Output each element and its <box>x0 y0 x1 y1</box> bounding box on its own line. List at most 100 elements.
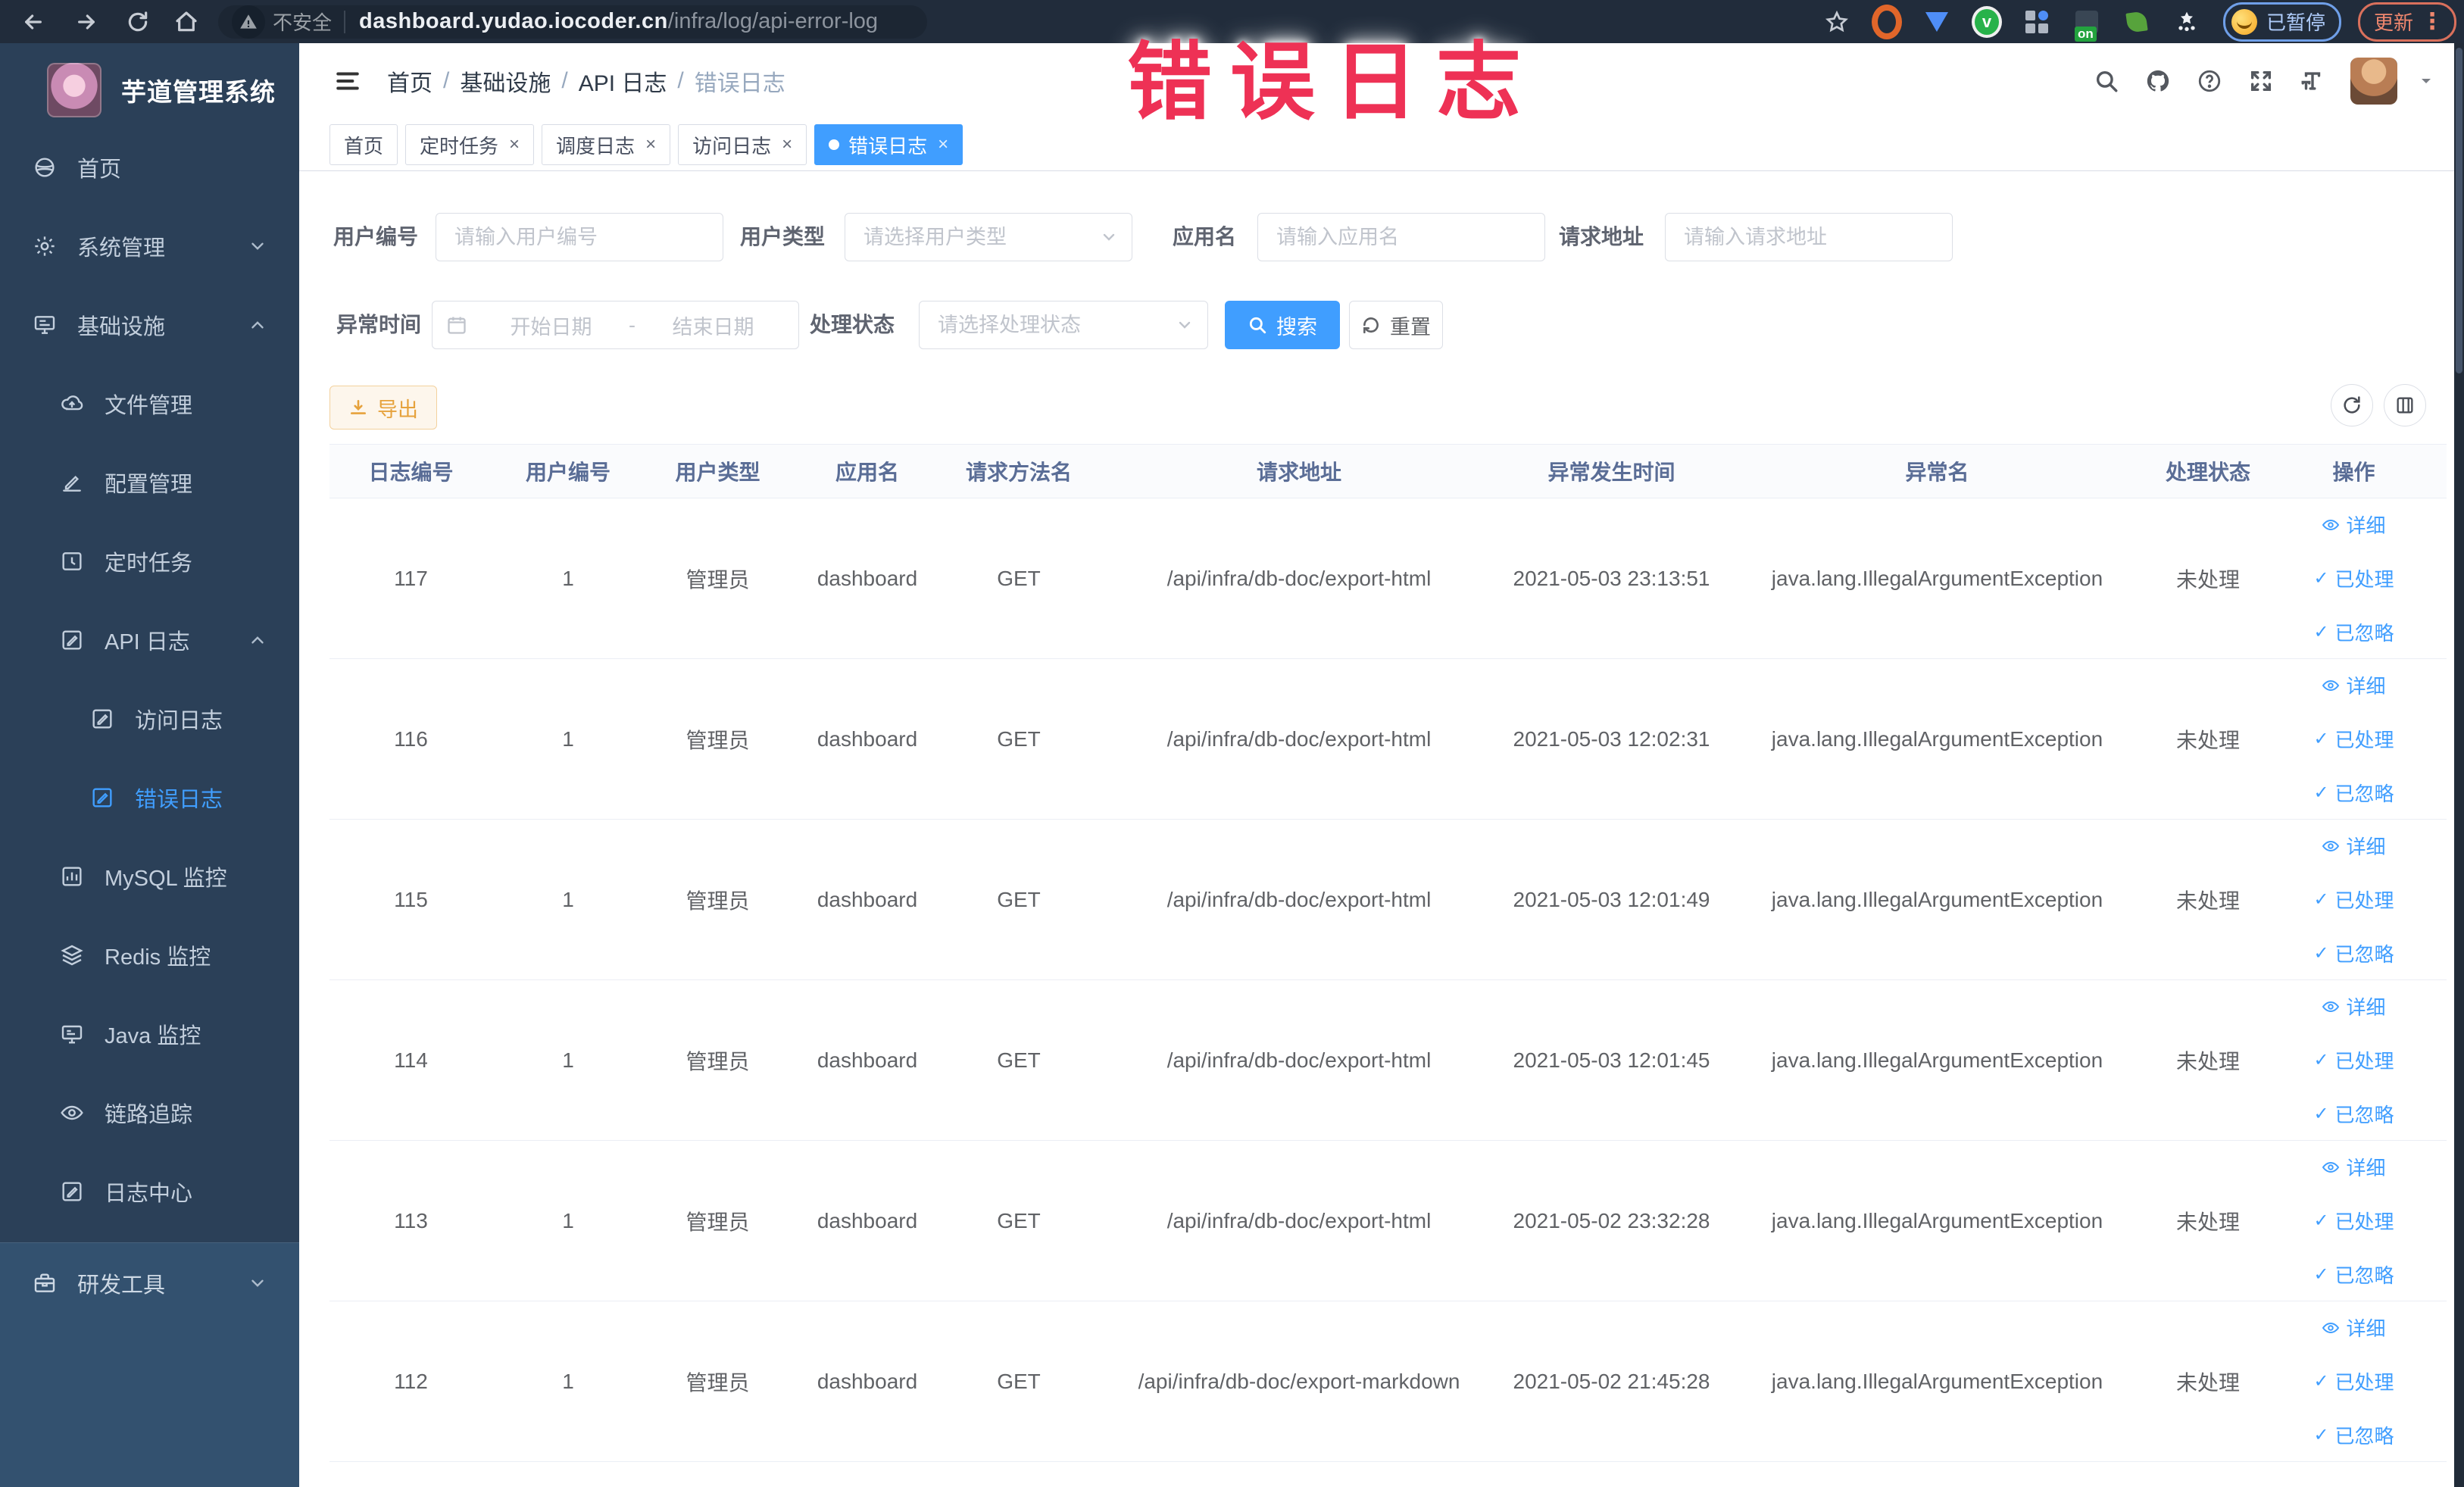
tab-错误日志[interactable]: 错误日志 × <box>814 124 963 165</box>
breadcrumb-item[interactable]: API 日志 <box>579 64 667 98</box>
action-link-已处理[interactable]: ✓ 已处理 <box>2313 564 2394 592</box>
user-type-select[interactable] <box>845 213 1132 261</box>
sidebar-item-redis-监控[interactable]: Redis 监控 <box>0 916 299 995</box>
column-header-9: 操作 <box>2332 461 2375 484</box>
action-label: 已忽略 <box>2334 1264 2394 1287</box>
sidebar-item-系统管理[interactable]: 系统管理 <box>0 207 299 286</box>
breadcrumb-item[interactable]: 基础设施 <box>460 64 551 98</box>
tab-首页[interactable]: 首页 <box>329 124 398 165</box>
process-status-select-input[interactable] <box>936 312 1191 338</box>
browser-home-icon[interactable] <box>173 8 200 36</box>
sidebar-item-链路追踪[interactable]: 链路追踪 <box>0 1073 299 1152</box>
user-type-select-input[interactable] <box>862 224 1115 250</box>
sidebar-item-定时任务[interactable]: 定时任务 <box>0 522 299 601</box>
action-link-已忽略[interactable]: ✓ 已忽略 <box>2313 1421 2394 1449</box>
breadcrumb-item[interactable]: 首页 <box>387 64 433 98</box>
search-icon[interactable] <box>2091 66 2122 96</box>
log-edit-icon <box>59 627 85 653</box>
browser-reload-icon[interactable] <box>124 8 151 36</box>
extension-icon-leaf[interactable] <box>2122 7 2152 37</box>
cell-3: dashboard <box>817 1048 918 1072</box>
extension-icon-blue-shield[interactable] <box>1922 7 1952 37</box>
fullscreen-icon[interactable] <box>2246 66 2276 96</box>
sidebar-item-研发工具[interactable]: 研发工具 <box>0 1243 299 1323</box>
sidebar-item-文件管理[interactable]: 文件管理 <box>0 364 299 443</box>
tab-close-icon[interactable]: × <box>645 136 656 154</box>
bookmark-star-icon[interactable] <box>1822 7 1852 37</box>
check-icon: ✓ <box>2313 1050 2329 1070</box>
browser-back-icon[interactable] <box>20 8 47 36</box>
extension-icon-orange-ring[interactable] <box>1871 4 1902 39</box>
tab-close-icon[interactable]: × <box>782 136 792 154</box>
extension-icon-green-check[interactable]: v <box>1971 5 2002 38</box>
site-security-chip[interactable] <box>232 5 265 39</box>
log-edit-icon <box>89 785 115 811</box>
user-avatar[interactable] <box>2350 58 2397 105</box>
sidebar-item-首页[interactable]: 首页 <box>0 128 299 207</box>
action-link-详细[interactable]: 详细 <box>2322 511 2386 539</box>
help-icon[interactable] <box>2194 66 2225 96</box>
action-link-已处理[interactable]: ✓ 已处理 <box>2313 886 2394 914</box>
sidebar-item-访问日志[interactable]: 访问日志 <box>0 679 299 758</box>
action-link-详细[interactable]: 详细 <box>2322 832 2386 860</box>
address-bar[interactable]: 不安全 dashboard.yudao.iocoder.cn/infra/log… <box>218 5 927 39</box>
sidebar-item-label: 系统管理 <box>77 236 166 261</box>
github-icon[interactable] <box>2143 66 2173 96</box>
extension-icon-on-badge[interactable]: on <box>2072 7 2102 42</box>
action-link-详细[interactable]: 详细 <box>2322 1153 2386 1181</box>
avatar-caret-down-icon[interactable] <box>2411 66 2441 96</box>
action-link-已处理[interactable]: ✓ 已处理 <box>2313 1207 2394 1235</box>
tab-close-icon[interactable]: × <box>509 136 520 154</box>
cell-2: 管理员 <box>685 1049 750 1073</box>
app-name-input[interactable] <box>1275 224 1528 250</box>
action-link-详细[interactable]: 详细 <box>2322 992 2386 1020</box>
exception-time-range-picker[interactable]: 开始日期 - 结束日期 <box>432 301 799 349</box>
action-link-已忽略[interactable]: ✓ 已忽略 <box>2313 939 2394 967</box>
process-status-select[interactable] <box>919 301 1208 349</box>
action-link-已忽略[interactable]: ✓ 已忽略 <box>2313 1261 2394 1289</box>
sidebar-item-label: 访问日志 <box>135 709 223 733</box>
action-link-已忽略[interactable]: ✓ 已忽略 <box>2313 779 2394 807</box>
scrollbar-thumb[interactable] <box>2456 48 2462 373</box>
sidebar-item-配置管理[interactable]: 配置管理 <box>0 443 299 522</box>
cell-5: /api/infra/db-doc/export-html <box>1166 887 1432 911</box>
reset-button[interactable]: 重置 <box>1349 301 1443 349</box>
action-link-已处理[interactable]: ✓ 已处理 <box>2313 725 2394 753</box>
tab-close-icon[interactable]: × <box>938 136 948 154</box>
export-button[interactable]: 导出 <box>329 386 437 430</box>
breadcrumb-item: 错误日志 <box>694 71 785 96</box>
request-url-input[interactable] <box>1682 224 1935 250</box>
tab-访问日志[interactable]: 访问日志 × <box>678 124 807 165</box>
sidebar-item-基础设施[interactable]: 基础设施 <box>0 286 299 364</box>
sidebar-item-java-监控[interactable]: Java 监控 <box>0 995 299 1073</box>
action-link-已处理[interactable]: ✓ 已处理 <box>2313 1367 2394 1395</box>
chrome-profile-pill[interactable]: 已暂停 <box>2222 2 2341 42</box>
sidebar-collapse-icon[interactable] <box>333 66 363 96</box>
sidebar-item-mysql-监控[interactable]: MySQL 监控 <box>0 837 299 916</box>
action-link-已忽略[interactable]: ✓ 已忽略 <box>2313 1100 2394 1128</box>
sidebar-item-api-日志[interactable]: API 日志 <box>0 601 299 679</box>
search-button[interactable]: 搜索 <box>1225 301 1340 349</box>
action-link-详细[interactable]: 详细 <box>2322 671 2386 699</box>
home-icon <box>32 155 58 180</box>
sidebar-logo-row[interactable]: 芋道管理系统 <box>0 43 299 117</box>
action-link-已忽略[interactable]: ✓ 已忽略 <box>2313 618 2394 646</box>
action-link-已处理[interactable]: ✓ 已处理 <box>2313 1046 2394 1074</box>
extensions-puzzle-icon[interactable] <box>2172 7 2202 37</box>
font-size-icon[interactable] <box>2297 66 2328 96</box>
browser-menu-kebab-icon[interactable]: ⋮ <box>2421 10 2444 33</box>
cell-0: 113 <box>394 1208 428 1232</box>
tab-定时任务[interactable]: 定时任务 × <box>405 124 535 165</box>
sidebar-item-错误日志[interactable]: 错误日志 <box>0 758 299 837</box>
cell-8: 未处理 <box>2175 1210 2240 1234</box>
extension-icon-grid[interactable] <box>2022 7 2052 37</box>
table-column-settings-button[interactable] <box>2384 384 2426 426</box>
table-refresh-button[interactable] <box>2331 384 2373 426</box>
chrome-update-pill[interactable]: 更新 ⋮ <box>2357 2 2456 42</box>
browser-forward-icon[interactable] <box>73 8 100 36</box>
user-id-input[interactable] <box>453 224 706 250</box>
sidebar-item-日志中心[interactable]: 日志中心 <box>0 1152 299 1231</box>
action-link-详细[interactable]: 详细 <box>2322 1314 2386 1342</box>
tab-调度日志[interactable]: 调度日志 × <box>542 124 671 165</box>
page-scrollbar[interactable] <box>2454 43 2464 1487</box>
